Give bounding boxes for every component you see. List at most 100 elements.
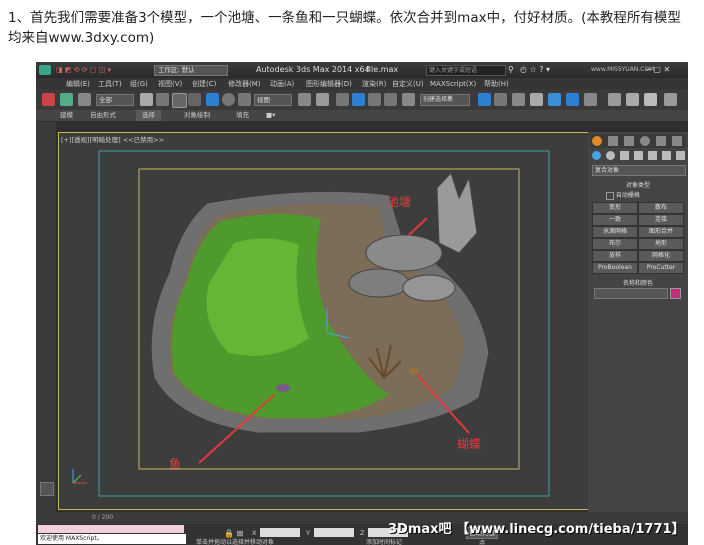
- menu-group[interactable]: 组(G): [130, 78, 148, 90]
- schematic-view-icon[interactable]: [566, 93, 579, 106]
- rect-select-icon[interactable]: [172, 93, 187, 108]
- viewport-layout-icon[interactable]: [40, 482, 54, 496]
- utilities-tab-icon[interactable]: [672, 136, 682, 146]
- percent-snap-icon[interactable]: [368, 93, 381, 106]
- object-type-rollout[interactable]: 对象类型: [592, 180, 684, 189]
- object-name-input[interactable]: [594, 288, 668, 299]
- rendered-frame-icon[interactable]: [626, 93, 639, 106]
- select-manipulate-icon[interactable]: [316, 93, 329, 106]
- pivot-icon[interactable]: [298, 93, 311, 106]
- search-input[interactable]: 键入关键字或短语: [426, 65, 506, 76]
- named-selection-set-dropdown[interactable]: 创建选择集: [420, 94, 470, 106]
- menu-graph-editors[interactable]: 图形编辑器(D): [306, 78, 352, 90]
- window-crossing-icon[interactable]: [188, 93, 201, 106]
- shapemerge-button[interactable]: 图形合并: [638, 226, 684, 238]
- help-icons[interactable]: ◴ ☆ ? ▾: [520, 62, 550, 78]
- proboolean-button[interactable]: ProBoolean: [592, 262, 638, 274]
- render-production-icon[interactable]: [644, 93, 657, 106]
- add-time-tag[interactable]: 添加时间标记: [366, 537, 402, 545]
- blobmesh-button[interactable]: 水滴网格: [592, 226, 638, 238]
- app-logo-icon[interactable]: [39, 65, 51, 75]
- maxscript-listener-top[interactable]: [38, 525, 184, 533]
- procutter-button[interactable]: ProCutter: [638, 262, 684, 274]
- spacewarps-icon[interactable]: [662, 151, 671, 160]
- menu-edit[interactable]: 编辑(E): [66, 78, 90, 90]
- terrain-button[interactable]: 地形: [638, 238, 684, 250]
- x-coord-field[interactable]: [260, 528, 300, 537]
- spinner-snap-icon[interactable]: [384, 93, 397, 106]
- snaps-toggle-icon[interactable]: [336, 93, 349, 106]
- render-setup-icon[interactable]: [608, 93, 621, 106]
- mesher-button[interactable]: 网格化: [638, 250, 684, 262]
- move-icon[interactable]: [206, 93, 219, 106]
- autogrid-box[interactable]: [606, 191, 614, 200]
- graphite-toggle-icon[interactable]: [530, 93, 543, 106]
- maxscript-listener[interactable]: 欢迎使用 MAXScript。: [38, 534, 186, 544]
- perspective-viewport[interactable]: [+][透视][明暗处理] <<已禁用>> 池塘 鱼 蝴蝶: [58, 132, 590, 510]
- quick-access-icons: ◨ ◩ ⟲ ⟳ ▢ ◫ ▾: [56, 66, 112, 74]
- geometry-icon[interactable]: [592, 151, 601, 160]
- reference-coordinate-dropdown[interactable]: 视图: [254, 94, 292, 106]
- ribbon-tab-populate[interactable]: 填充: [236, 110, 249, 121]
- modify-tab-icon[interactable]: [608, 136, 618, 146]
- main-toolbar: 全部 视图 创建选择集: [36, 90, 688, 111]
- scatter-button[interactable]: 散布: [638, 202, 684, 214]
- menu-customize[interactable]: 自定义(U): [392, 78, 424, 90]
- connect-button[interactable]: 连接: [638, 214, 684, 226]
- command-panel-tabs: [590, 134, 686, 148]
- scale-icon[interactable]: [238, 93, 251, 106]
- unlink-icon[interactable]: [78, 93, 91, 106]
- edit-named-selection-icon[interactable]: [402, 93, 415, 106]
- menu-tools[interactable]: 工具(T): [98, 78, 122, 90]
- y-coord-label: Y: [306, 529, 310, 537]
- render-iterative-icon[interactable]: [664, 93, 677, 106]
- conform-button[interactable]: 一致: [592, 214, 638, 226]
- create-tab-icon[interactable]: [592, 136, 602, 146]
- menu-animation[interactable]: 动画(A): [270, 78, 294, 90]
- ribbon-tab-freeform[interactable]: 自由形式: [90, 110, 116, 121]
- autogrid-checkbox[interactable]: 自动栅格: [606, 190, 640, 200]
- angle-snap-icon[interactable]: [352, 93, 365, 106]
- shapes-icon[interactable]: [606, 151, 615, 160]
- systems-icon[interactable]: [676, 151, 685, 160]
- lights-icon[interactable]: [620, 151, 629, 160]
- helpers-icon[interactable]: [648, 151, 657, 160]
- mirror-icon[interactable]: [478, 93, 491, 106]
- layer-manager-icon[interactable]: [512, 93, 525, 106]
- rotate-icon[interactable]: [222, 93, 235, 106]
- menu-create[interactable]: 创建(C): [192, 78, 216, 90]
- material-editor-icon[interactable]: [584, 93, 597, 106]
- link-icon[interactable]: [60, 93, 73, 106]
- motion-tab-icon[interactable]: [640, 136, 650, 146]
- ribbon-options-icon[interactable]: ■▾: [266, 110, 275, 121]
- menu-rendering[interactable]: 渲染(R): [362, 78, 386, 90]
- selection-filter-dropdown[interactable]: 全部: [96, 94, 134, 106]
- ribbon-tab-modeling[interactable]: 建模: [60, 110, 73, 121]
- scene-render: [72, 150, 550, 497]
- ribbon-tab-selection[interactable]: 选择: [136, 110, 161, 121]
- menu-views[interactable]: 视图(V): [158, 78, 182, 90]
- select-object-icon[interactable]: [140, 93, 153, 106]
- name-color-rollout[interactable]: 名称和颜色: [592, 278, 684, 287]
- select-by-name-icon[interactable]: [156, 93, 169, 106]
- loft-button[interactable]: 放样: [592, 250, 638, 262]
- object-color-swatch[interactable]: [670, 288, 681, 299]
- cameras-icon[interactable]: [634, 151, 643, 160]
- menu-modifiers[interactable]: 修改器(M): [228, 78, 261, 90]
- z-coord-label: Z: [360, 529, 365, 537]
- menu-maxscript[interactable]: MAXScript(X): [430, 78, 476, 90]
- undo-icon[interactable]: [42, 93, 55, 106]
- workspace-dropdown[interactable]: 工作区: 默认: [154, 65, 228, 76]
- align-icon[interactable]: [494, 93, 507, 106]
- search-icon[interactable]: ⚲: [508, 62, 514, 78]
- curve-editor-icon[interactable]: [548, 93, 561, 106]
- y-coord-field[interactable]: [314, 528, 354, 537]
- morph-button[interactable]: 变形: [592, 202, 638, 214]
- ribbon-tab-object-paint[interactable]: 对象绘制: [184, 110, 210, 121]
- menu-help[interactable]: 帮助(H): [484, 78, 509, 90]
- hierarchy-tab-icon[interactable]: [624, 136, 634, 146]
- category-dropdown[interactable]: 复合对象: [592, 165, 686, 176]
- boolean-button[interactable]: 布尔: [592, 238, 638, 250]
- display-tab-icon[interactable]: [656, 136, 666, 146]
- window-controls[interactable]: ─ ▢ ✕: [646, 62, 670, 78]
